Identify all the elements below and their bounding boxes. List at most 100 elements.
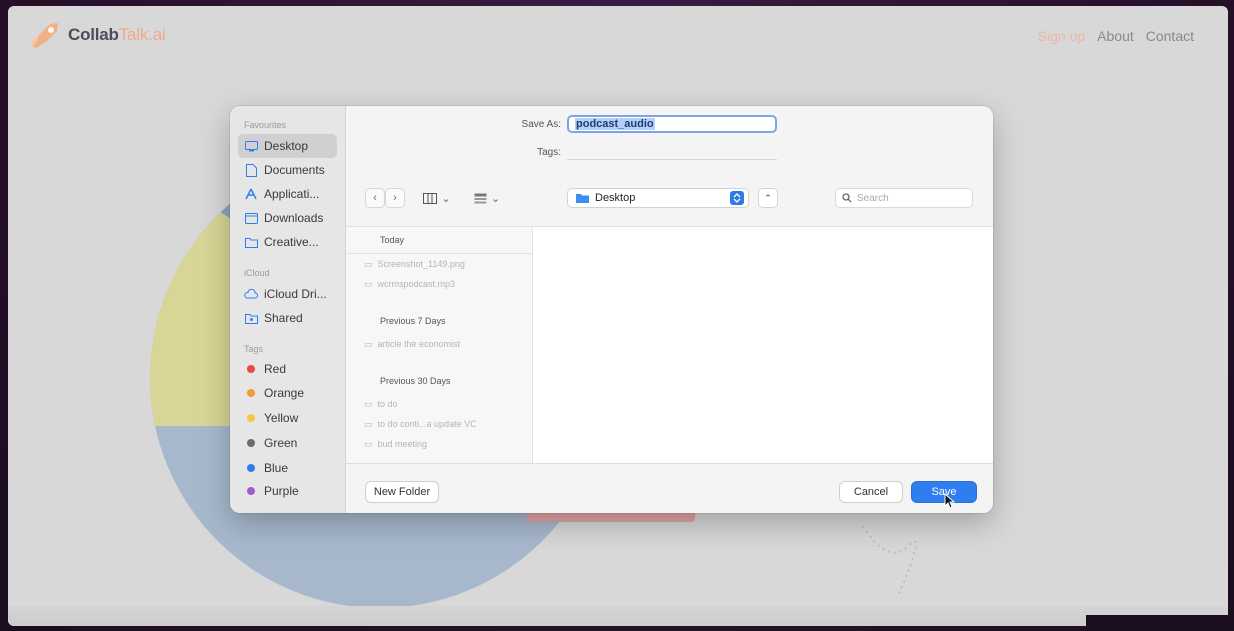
corner-overlay bbox=[1086, 615, 1234, 631]
file-item-label: wcrmspodcast.mp3 bbox=[377, 279, 456, 289]
image-file-icon: ▭ bbox=[364, 258, 373, 269]
sidebar-item-label: Orange bbox=[264, 385, 305, 400]
dialog-main: Save As: podcast_audio Tags: ‹ › ⌄ ⌄ Des… bbox=[346, 106, 993, 513]
sidebar-item-label: Blue bbox=[264, 460, 289, 475]
list-group-icon bbox=[474, 193, 487, 203]
nav-contact-link[interactable]: Contact bbox=[1146, 28, 1194, 44]
save-as-input[interactable]: podcast_audio bbox=[567, 115, 777, 133]
site-header: CollabTalk.ai Sign up About Contact bbox=[8, 6, 1228, 76]
back-button[interactable]: ‹ bbox=[366, 189, 384, 207]
site-logo[interactable]: CollabTalk.ai bbox=[28, 20, 166, 50]
sidebar-item-label: Purple bbox=[264, 484, 299, 498]
folder-icon bbox=[244, 235, 258, 249]
save-as-value: podcast_audio bbox=[575, 118, 655, 130]
sidebar-item-label: Shared bbox=[264, 311, 303, 325]
sidebar-tag-yellow[interactable]: Yellow bbox=[238, 405, 337, 430]
sidebar-item-documents[interactable]: Documents bbox=[238, 158, 337, 182]
file-item[interactable]: ▭ wcrmspodcast.mp3 bbox=[346, 274, 532, 294]
location-popup[interactable]: Desktop bbox=[568, 189, 748, 207]
dialog-footer: New Folder Cancel Save bbox=[346, 463, 993, 513]
red-tag-dot-icon bbox=[247, 365, 255, 373]
sidebar-section-favourites: Favourites bbox=[244, 120, 287, 130]
sidebar-tag-green[interactable]: Green bbox=[238, 430, 337, 455]
downloads-icon bbox=[244, 211, 258, 225]
sidebar-item-label: Desktop bbox=[264, 139, 309, 153]
group-header-today: Today bbox=[346, 227, 532, 254]
sidebar-item-applications[interactable]: Applicati... bbox=[238, 182, 337, 206]
save-dialog: Favourites Desktop Documents Applicati..… bbox=[230, 106, 993, 513]
collapse-dialog-button[interactable]: ⌃ bbox=[759, 189, 777, 207]
desktop-background: CollabTalk.ai Sign up About Contact Favo… bbox=[0, 0, 1234, 631]
chevron-down-icon: ⌄ bbox=[441, 192, 451, 205]
sidebar-item-label: Green bbox=[264, 435, 298, 450]
search-placeholder: Search bbox=[857, 192, 889, 204]
yellow-tag-dot-icon bbox=[247, 413, 255, 422]
sidebar-item-label: Downloads bbox=[264, 211, 324, 225]
document-file-icon: ▭ bbox=[364, 438, 373, 449]
group-header-previous-30-days: Previous 30 Days bbox=[380, 376, 451, 386]
group-button[interactable]: ⌄ bbox=[466, 189, 508, 207]
nav-about-link[interactable]: About bbox=[1097, 28, 1134, 44]
sidebar-section-tags: Tags bbox=[244, 344, 264, 354]
file-item-label: Screenshot_1149.png bbox=[377, 259, 465, 269]
sidebar-item-creative[interactable]: Creative... bbox=[238, 230, 337, 254]
chevron-left-icon: ‹ bbox=[373, 192, 377, 204]
tags-input[interactable] bbox=[567, 144, 777, 160]
sidebar-item-label: Yellow bbox=[264, 410, 299, 425]
dialog-toolbar: ‹ › ⌄ ⌄ Desktop ⌃ Search bbox=[346, 184, 993, 212]
sidebar-item-desktop[interactable]: Desktop bbox=[238, 134, 337, 158]
file-item[interactable]: ▭ Screenshot_1149.png bbox=[346, 254, 532, 274]
mouse-cursor-icon bbox=[944, 493, 956, 509]
sidebar-item-downloads[interactable]: Downloads bbox=[238, 206, 337, 230]
applications-icon bbox=[244, 187, 258, 201]
sidebar-tag-orange[interactable]: Orange bbox=[238, 380, 337, 405]
chevron-up-icon: ⌃ bbox=[764, 192, 772, 203]
sidebar-item-label: Creative... bbox=[264, 235, 319, 249]
tags-row: Tags: bbox=[501, 144, 777, 160]
shared-folder-icon bbox=[244, 311, 258, 325]
forward-button[interactable]: › bbox=[386, 189, 404, 207]
file-browser: Today ▭ Screenshot_1149.png ▭ wcrmspodcast… bbox=[346, 226, 993, 463]
site-logo-text: CollabTalk.ai bbox=[68, 25, 166, 45]
search-field[interactable]: Search bbox=[836, 189, 972, 207]
sidebar-item-label: Documents bbox=[264, 163, 325, 177]
sidebar-tag-purple[interactable]: Purple bbox=[238, 480, 337, 502]
logo-text-main: Collab bbox=[68, 25, 119, 44]
green-tag-dot-icon bbox=[247, 438, 255, 447]
sidebar-item-icloud-drive[interactable]: iCloud Dri... bbox=[238, 282, 337, 306]
document-icon bbox=[244, 163, 258, 177]
file-list-column: Today ▭ Screenshot_1149.png ▭ wcrmspodcast… bbox=[346, 227, 533, 463]
sidebar-tag-red[interactable]: Red bbox=[238, 358, 337, 380]
sidebar-tag-blue[interactable]: Blue bbox=[238, 455, 337, 480]
file-item-label: article the economist bbox=[377, 339, 461, 349]
cancel-button[interactable]: Cancel bbox=[840, 482, 902, 502]
save-as-label: Save As: bbox=[521, 118, 561, 130]
blue-tag-dot-icon bbox=[247, 463, 255, 472]
sidebar-item-label: iCloud Dri... bbox=[264, 287, 327, 301]
orange-tag-dot-icon bbox=[247, 388, 255, 397]
document-file-icon: ▭ bbox=[364, 338, 373, 349]
new-folder-button[interactable]: New Folder bbox=[366, 482, 438, 502]
file-item[interactable]: ▭ to do bbox=[346, 394, 532, 414]
nav-signup-link[interactable]: Sign up bbox=[1038, 28, 1085, 44]
chevron-right-icon: › bbox=[393, 192, 397, 204]
sidebar-item-shared[interactable]: Shared bbox=[238, 306, 337, 330]
file-item-label: bud meeting bbox=[377, 439, 428, 449]
sidebar-section-icloud: iCloud bbox=[244, 268, 270, 278]
file-item[interactable]: ▭ article the economist bbox=[346, 334, 532, 354]
group-header-previous-7-days: Previous 7 Days bbox=[380, 316, 446, 326]
purple-tag-dot-icon bbox=[247, 487, 255, 495]
file-item[interactable]: ▭ bud meeting bbox=[346, 434, 532, 454]
logo-text-accent: Talk.ai bbox=[118, 25, 166, 44]
view-columns-button[interactable]: ⌄ bbox=[416, 189, 458, 207]
desktop-icon bbox=[244, 139, 258, 153]
sidebar-item-label: Applicati... bbox=[264, 187, 320, 201]
audio-file-icon: ▭ bbox=[364, 278, 373, 289]
dialog-sidebar: Favourites Desktop Documents Applicati..… bbox=[230, 106, 346, 513]
file-item[interactable]: ▭ to do conti...a update VC bbox=[346, 414, 532, 434]
file-item-label: to do bbox=[377, 399, 398, 409]
chevron-down-icon: ⌄ bbox=[490, 192, 501, 205]
tags-label: Tags: bbox=[537, 146, 561, 158]
rocket-logo-icon bbox=[30, 23, 58, 48]
popup-stepper-icon bbox=[730, 191, 744, 205]
